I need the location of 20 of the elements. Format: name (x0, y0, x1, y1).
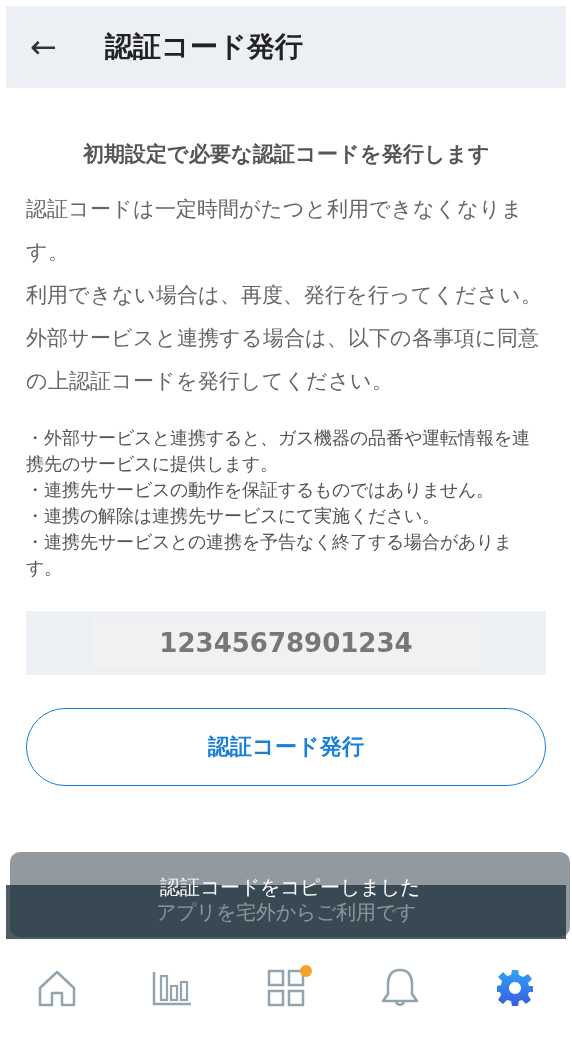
note-text: ・連携の解除は連携先サービスにて実施ください。 (26, 505, 441, 528)
home-icon (37, 968, 78, 1008)
heading: 初期設定で必要な認証コードを発行します (81, 141, 491, 168)
grid-icon (266, 969, 305, 1007)
settings-icon (495, 969, 534, 1007)
notification-dot (299, 965, 312, 977)
auth-code: 12345678901234 (92, 617, 480, 669)
back-button[interactable]: ← (30, 28, 57, 66)
description-text: 認証コードは一定時間がたつと利用できなくなります。 (26, 196, 524, 266)
banner-text: アプリを宅外からご利用です (156, 899, 416, 926)
issue-code-button[interactable]: 認証コード発行 (26, 708, 546, 786)
note-text: ・連携先サービスとの連携を予告なく終了する場合があります。 (26, 531, 513, 580)
page-title: 認証コード発行 (104, 29, 303, 65)
description-text: 外部サービスと連携する場合は、以下の各事項に同意の上認証コードを発行してください。 (26, 325, 540, 395)
bar-chart-icon (151, 970, 192, 1006)
note-text: ・連携先サービスの動作を保証するものではありません。 (26, 479, 495, 502)
bell-icon (381, 968, 420, 1008)
note-text: ・外部サービスと連携すると、ガス機器の品番や運転情報を連携先のサービスに提供します。 (26, 427, 531, 476)
description-text: 利用できない場合は、再度、発行を行ってください。 (26, 282, 543, 309)
toast-text: 認証コードをコピーしました (160, 874, 420, 900)
